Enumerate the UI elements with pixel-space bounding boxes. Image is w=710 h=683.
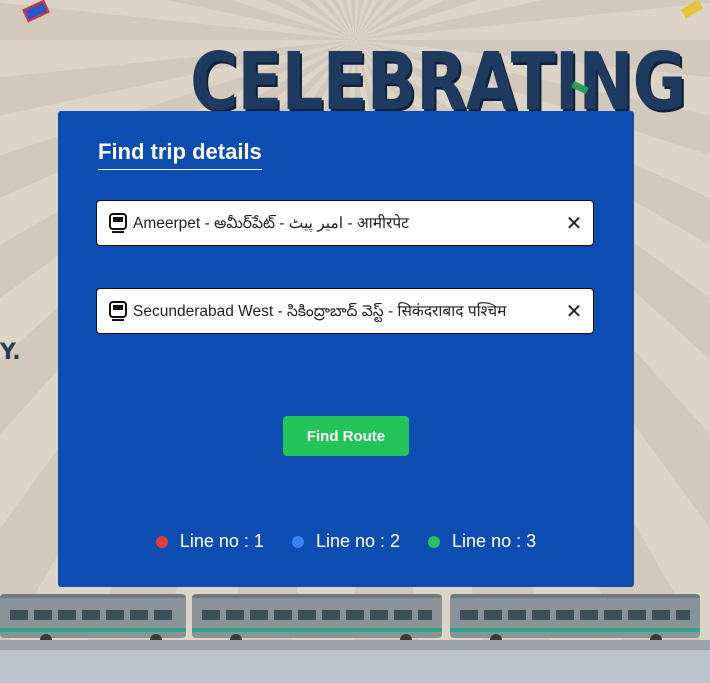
background-side-text: Y.: [0, 340, 21, 365]
train-car: [450, 594, 700, 638]
line-dot-red: [155, 535, 168, 548]
train-icon: [104, 213, 132, 233]
line-legend: Line no : 1 Line no : 2 Line no : 3: [58, 531, 634, 552]
legend-item-line-2: Line no : 2: [291, 531, 401, 552]
trip-form-panel: Find trip details Ameerpet - అమీర్‌పేట్ …: [58, 111, 634, 587]
legend-item-line-1: Line no : 1: [155, 531, 264, 552]
legend-label: Line no : 2: [315, 531, 401, 551]
metro-train-illustration: [0, 588, 710, 683]
find-route-button[interactable]: Find Route: [283, 416, 409, 456]
train-icon: [104, 301, 132, 321]
legend-item-line-3: Line no : 3: [428, 531, 536, 552]
from-station-value: Ameerpet - అమీర్‌పేట్ - امیر پیٹ - आमीरप…: [133, 214, 409, 232]
legend-label: Line no : 1: [179, 531, 264, 551]
to-station-value: Secunderabad West - సికింద్రాబాద్ వెస్ట్…: [133, 302, 507, 320]
line-dot-green: [428, 535, 441, 548]
to-station-select[interactable]: Secunderabad West - సికింద్రాబాద్ వెస్ట్…: [96, 288, 594, 334]
close-icon[interactable]: ✕: [555, 211, 593, 236]
close-icon[interactable]: ✕: [555, 299, 593, 324]
line-dot-blue: [291, 535, 304, 548]
train-car: [192, 594, 442, 638]
platform-base: [0, 650, 710, 683]
train-car: [0, 594, 186, 638]
from-station-select[interactable]: Ameerpet - అమీర్‌పేట్ - امیر پیٹ - आमीरप…: [96, 200, 594, 246]
form-title: Find trip details: [98, 139, 262, 170]
rail: [0, 640, 710, 650]
legend-label: Line no : 3: [452, 531, 537, 551]
